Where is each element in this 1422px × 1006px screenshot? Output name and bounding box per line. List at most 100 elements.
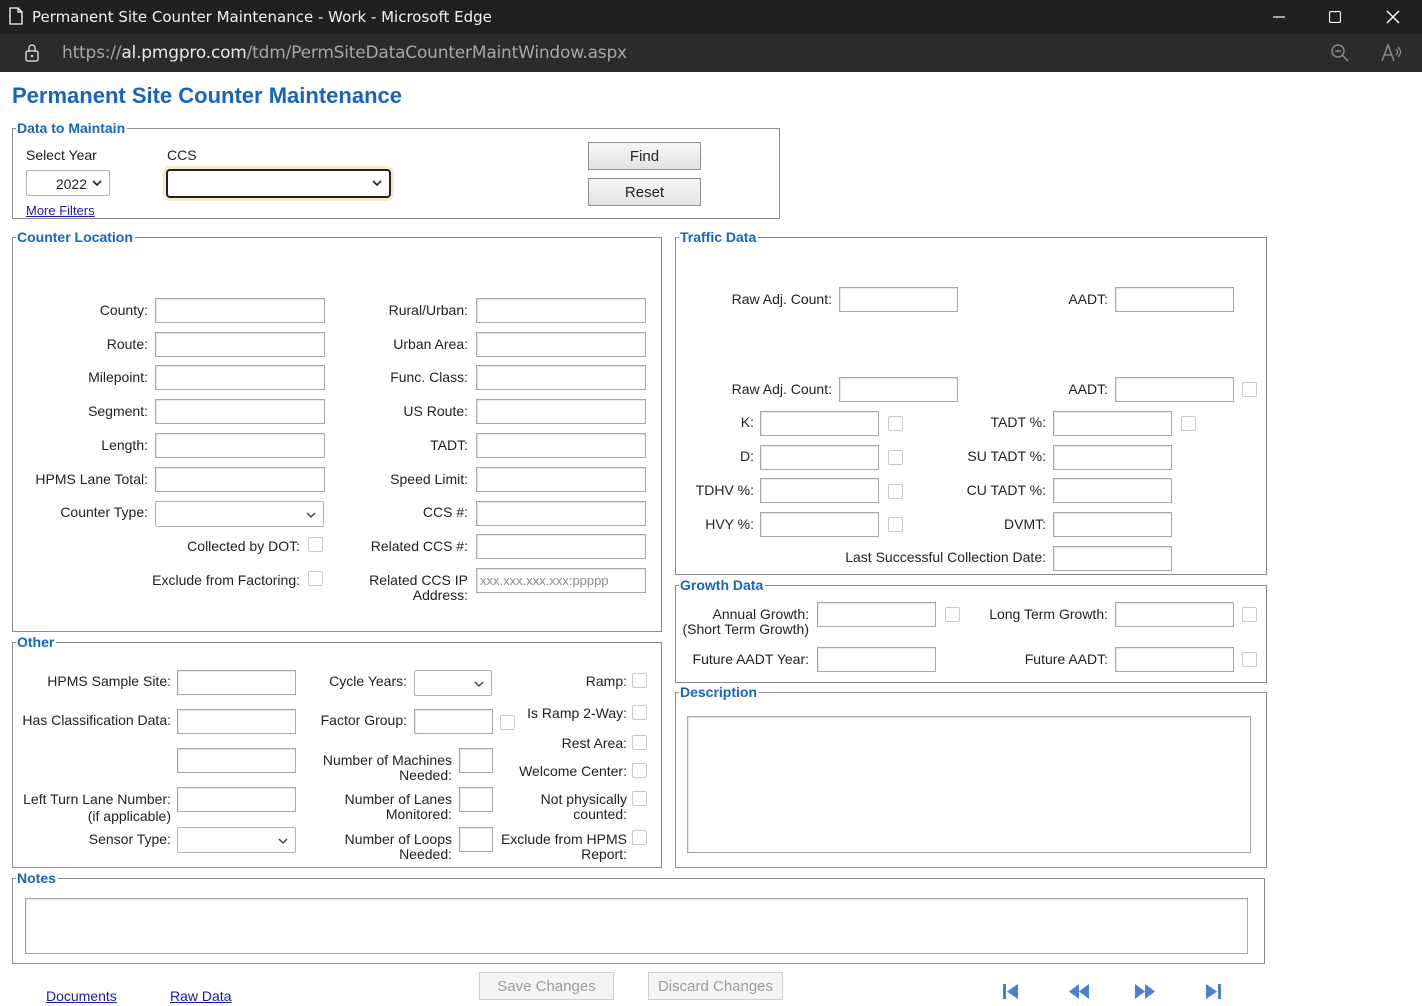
future-aadt-checkbox[interactable] (1242, 652, 1257, 667)
raw-adj-count-field-2[interactable] (839, 377, 958, 402)
find-button[interactable]: Find (588, 142, 701, 170)
chevron-down-icon (474, 681, 484, 688)
urban-area-field[interactable] (476, 332, 646, 357)
milepoint-label: Milepoint: (88, 369, 148, 385)
aadt-field-2[interactable] (1115, 377, 1234, 402)
hpms-lane-total-field[interactable] (155, 467, 325, 492)
save-changes-button[interactable]: Save Changes (479, 972, 614, 1000)
rural-urban-field[interactable] (476, 298, 646, 323)
future-aadt-field[interactable] (1115, 647, 1234, 672)
ccs-dropdown[interactable] (166, 169, 391, 198)
last-collection-field[interactable] (1053, 546, 1172, 571)
has-classification-field[interactable] (177, 709, 296, 734)
tdhv-label: TDHV %: (695, 482, 754, 498)
d-field[interactable] (760, 445, 879, 470)
future-aadt-year-label: Future AADT Year: (692, 651, 809, 667)
minimize-button[interactable] (1256, 0, 1302, 34)
lanes-monitored-field[interactable] (459, 787, 493, 812)
not-counted-checkbox[interactable] (632, 791, 647, 806)
tdhv-field[interactable] (760, 478, 879, 503)
d-checkbox[interactable] (888, 450, 903, 465)
related-ccs-ip-field[interactable]: xxx.xxx.xxx.xxx:ppppp (476, 568, 646, 593)
ccs-number-field[interactable] (476, 501, 646, 526)
welcome-center-checkbox[interactable] (632, 763, 647, 778)
route-field[interactable] (155, 332, 325, 357)
other-panel: Other HPMS Sample Site: Has Classificati… (12, 634, 662, 868)
aadt-checkbox[interactable] (1242, 382, 1257, 397)
exclude-hpms-checkbox[interactable] (632, 830, 647, 845)
hvy-checkbox[interactable] (888, 517, 903, 532)
lock-icon (25, 44, 39, 62)
county-field[interactable] (155, 298, 325, 323)
aadt-field[interactable] (1115, 287, 1234, 312)
description-textarea[interactable] (687, 716, 1251, 853)
data-to-maintain-legend: Data to Maintain (16, 120, 128, 136)
sensor-type-dropdown[interactable] (177, 827, 296, 853)
segment-field[interactable] (155, 399, 325, 424)
long-term-growth-checkbox[interactable] (1242, 607, 1257, 622)
length-field[interactable] (155, 433, 325, 458)
dvmt-field[interactable] (1053, 512, 1172, 537)
annual-growth-field[interactable] (817, 602, 936, 627)
factor-group-field[interactable] (414, 709, 493, 734)
exclude-from-factoring-checkbox[interactable] (308, 571, 323, 586)
rest-area-checkbox[interactable] (632, 735, 647, 750)
reset-button[interactable]: Reset (588, 178, 701, 206)
ramp-2way-label: Is Ramp 2-Way: (527, 705, 627, 721)
last-record-icon[interactable] (1204, 983, 1222, 1000)
left-turn-label-line1: Left Turn Lane Number: (23, 791, 171, 807)
factor-group-checkbox[interactable] (500, 715, 515, 730)
machines-needed-field[interactable] (459, 748, 493, 773)
documents-link[interactable]: Documents (46, 988, 117, 1004)
ramp-2way-checkbox[interactable] (632, 705, 647, 720)
hvy-label: HVY %: (705, 516, 754, 532)
zoom-out-icon[interactable] (1330, 43, 1350, 63)
left-turn-field[interactable] (177, 787, 296, 812)
tadt-pct-field[interactable] (1053, 411, 1172, 436)
hpms-sample-site-field[interactable] (177, 670, 296, 695)
loops-needed-field[interactable] (459, 827, 493, 852)
first-record-icon[interactable] (1002, 983, 1020, 1000)
next-record-icon[interactable] (1134, 983, 1156, 1000)
notes-textarea[interactable] (25, 898, 1248, 954)
read-aloud-icon[interactable] (1380, 43, 1402, 63)
speed-limit-field[interactable] (476, 467, 646, 492)
tadt-field[interactable] (476, 433, 646, 458)
dvmt-label: DVMT: (1004, 516, 1046, 532)
select-year-dropdown[interactable]: 2022 (26, 170, 110, 196)
sensor-type-label: Sensor Type: (88, 831, 171, 847)
classification-extra-field[interactable] (177, 748, 296, 773)
maximize-button[interactable] (1312, 0, 1358, 34)
k-field[interactable] (760, 411, 879, 436)
annual-growth-checkbox[interactable] (945, 607, 960, 622)
collected-by-dot-checkbox[interactable] (308, 537, 323, 552)
select-year-value: 2022 (55, 176, 87, 192)
chevron-down-icon (306, 512, 316, 519)
func-class-field[interactable] (476, 365, 646, 390)
close-button[interactable] (1370, 0, 1416, 34)
raw-data-link[interactable]: Raw Data (170, 988, 231, 1004)
future-aadt-year-field[interactable] (817, 647, 936, 672)
milepoint-field[interactable] (155, 365, 325, 390)
url-text[interactable]: https://al.pmgpro.com/tdm/PermSiteDataCo… (62, 43, 627, 63)
hvy-field[interactable] (760, 512, 879, 537)
long-term-growth-field[interactable] (1115, 602, 1234, 627)
more-filters-link[interactable]: More Filters (26, 203, 95, 218)
cycle-years-dropdown[interactable] (414, 670, 492, 696)
raw-adj-count-field[interactable] (839, 287, 958, 312)
k-checkbox[interactable] (888, 416, 903, 431)
k-label: K: (740, 414, 754, 430)
cu-tadt-field[interactable] (1053, 478, 1172, 503)
discard-changes-button[interactable]: Discard Changes (648, 972, 783, 1000)
counter-type-dropdown[interactable] (155, 501, 324, 527)
previous-record-icon[interactable] (1068, 983, 1090, 1000)
us-route-field[interactable] (476, 399, 646, 424)
related-ccs-ip-label-line1: Related CCS IP (369, 572, 468, 588)
ramp-checkbox[interactable] (632, 673, 647, 688)
su-tadt-field[interactable] (1053, 445, 1172, 470)
tdhv-checkbox[interactable] (888, 484, 903, 499)
related-ccs-number-field[interactable] (476, 534, 646, 559)
exclude-hpms-label-line2: Report: (581, 846, 627, 862)
document-icon (9, 7, 23, 25)
tadt-pct-checkbox[interactable] (1181, 416, 1196, 431)
